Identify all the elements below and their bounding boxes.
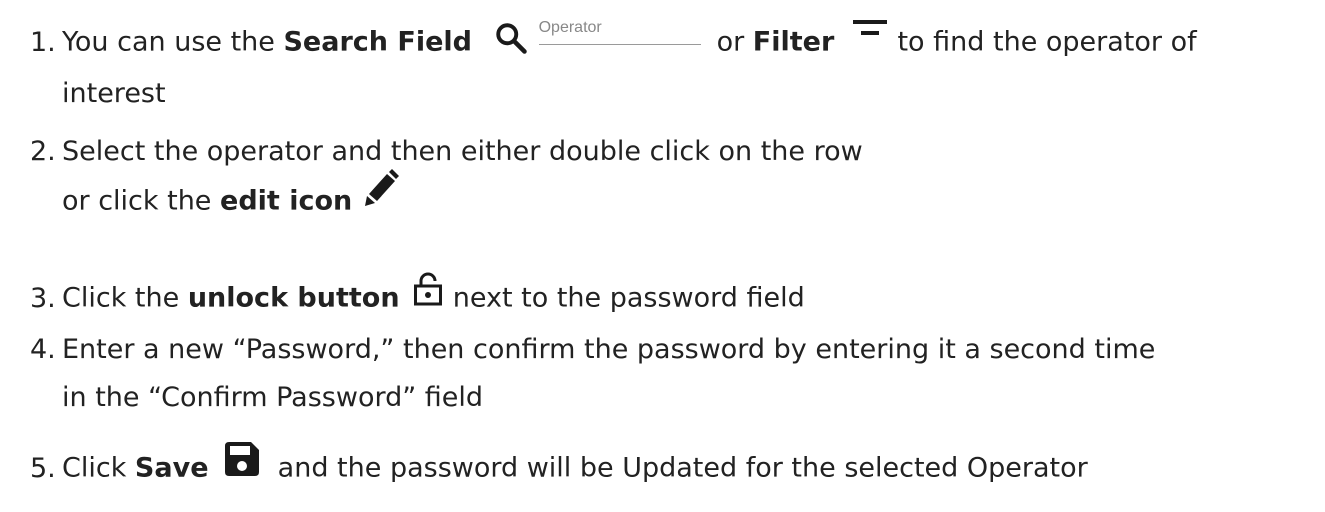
step-1-line-1: 1.You can use the Search Field or Filter… [30,14,1197,62]
pencil-icon[interactable] [363,168,399,216]
step-text: or [716,26,753,58]
step-number: 1. [30,26,56,58]
filter-label: Filter [752,26,835,58]
unlock-icon[interactable] [414,272,443,314]
unlock-button-label: unlock button [187,282,400,314]
step-number: 4. [30,334,56,365]
step-text: next to the password field [444,282,805,314]
search-input[interactable] [538,14,701,45]
edit-icon-label: edit icon [220,185,353,217]
save-label: Save [134,452,209,484]
step-text: and the password will be Updated for the… [269,452,1088,484]
search-icon[interactable] [493,20,529,56]
step-3: 3. Click the unlock button next to the pa… [30,272,805,320]
step-4: 4. Enter a new “Password,” then confirm t… [30,334,1155,414]
instruction-list: 1.You can use the Search Field or Filter… [0,0,1325,512]
step-text: Enter a new “Password,” then confirm the… [62,334,1156,365]
save-icon[interactable] [225,442,260,484]
step-number: 3. [30,282,56,314]
step-4-line-1: 4. Enter a new “Password,” then confirm t… [30,334,1155,366]
step-number: 2. [30,136,56,167]
step-text: in the “Confirm Password” field [62,382,484,413]
step-1-line-2: interest [30,78,1197,110]
step-text: Click [62,452,135,484]
step-4-line-2: in the “Confirm Password” field [30,382,1155,414]
step-2-line-2: or click the edit icon [30,169,863,226]
search-field-label: Search Field [283,26,472,58]
step-text: interest [62,78,166,109]
step-number: 5. [30,452,56,484]
step-text: Click the [62,282,188,314]
step-5: 5. Click Save and the password will be Up… [30,442,1088,490]
step-text: Select the operator and then either doub… [62,136,863,167]
step-2-line-1: 2. Select the operator and then either do… [30,136,863,168]
step-1: 1.You can use the Search Field or Filter… [30,14,1197,110]
step-text: or click the [62,185,221,217]
filter-icon[interactable] [852,18,887,56]
step-text: to find the operator of [888,26,1197,58]
step-2: 2. Select the operator and then either do… [30,136,863,226]
search-field[interactable] [493,14,703,54]
step-text: You can use the [62,26,284,58]
